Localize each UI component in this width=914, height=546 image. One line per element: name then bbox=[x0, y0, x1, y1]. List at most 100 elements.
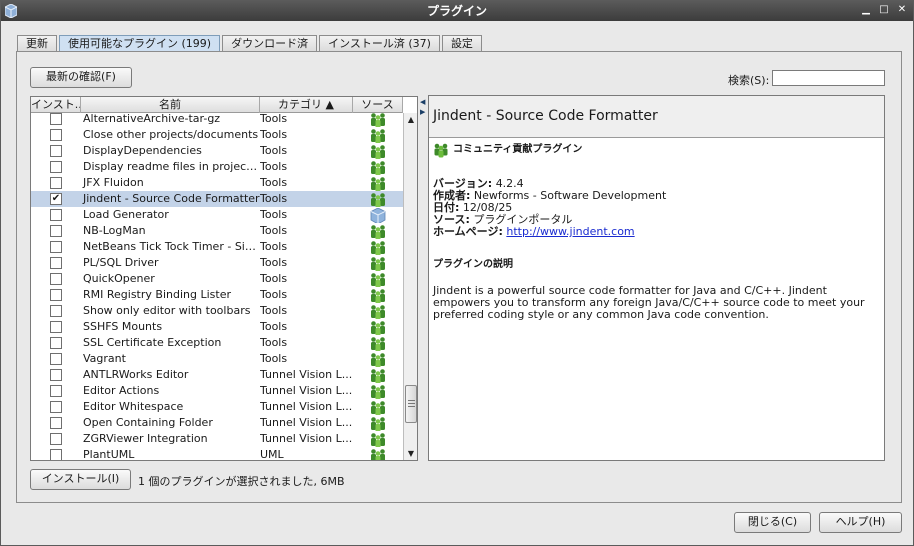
install-checkbox[interactable] bbox=[50, 241, 62, 253]
scroll-up-icon[interactable]: ▲ bbox=[404, 113, 417, 127]
plugin-name: Show only editor with toolbars bbox=[83, 304, 251, 317]
search-label: 検索(S): bbox=[728, 74, 770, 87]
table-row[interactable]: Vagrant Tools bbox=[31, 351, 403, 367]
table-row[interactable]: AlternativeArchive-tar-gz Tools bbox=[31, 113, 403, 127]
table-row[interactable]: PlantUML UML bbox=[31, 447, 403, 461]
plugin-name: PlantUML bbox=[83, 448, 135, 461]
install-checkbox[interactable]: ✔ bbox=[50, 193, 62, 205]
plugin-category: Tools bbox=[260, 240, 288, 253]
close-button[interactable]: 閉じる(C) bbox=[734, 512, 811, 533]
plugin-category: Tools bbox=[260, 256, 288, 269]
selection-status: 1 個のプラグインが選択されました, 6MB bbox=[138, 475, 345, 488]
search-input[interactable] bbox=[772, 70, 885, 86]
scrollbar-thumb[interactable] bbox=[405, 385, 417, 423]
table-row[interactable]: NB-LogMan Tools bbox=[31, 223, 403, 239]
plugin-category: Tunnel Vision L... bbox=[260, 432, 353, 445]
homepage-label: ホームページ: bbox=[433, 225, 503, 238]
plugin-table: インスト... 名前 カテゴリ ▲ ソース AlternativeArchive… bbox=[30, 96, 418, 461]
close-icon[interactable]: ✕ bbox=[895, 3, 909, 17]
column-header-category[interactable]: カテゴリ ▲ bbox=[260, 97, 353, 113]
table-row[interactable]: PL/SQL Driver Tools bbox=[31, 255, 403, 271]
plugin-category: Tunnel Vision L... bbox=[260, 384, 353, 397]
detail-title: Jindent - Source Code Formatter bbox=[429, 96, 884, 138]
split-pane-divider[interactable]: ◀ ▶ bbox=[419, 96, 427, 461]
table-row[interactable]: ZGRViewer Integration Tunnel Vision L... bbox=[31, 431, 403, 447]
plugin-name: Editor Actions bbox=[83, 384, 160, 397]
collapse-left-icon[interactable]: ◀ bbox=[420, 98, 425, 106]
table-row[interactable]: Show only editor with toolbars Tools bbox=[31, 303, 403, 319]
install-button[interactable]: インストール(I) bbox=[30, 469, 131, 490]
title-bar[interactable]: プラグイン ▁ □ ✕ bbox=[1, 1, 913, 21]
column-header-install[interactable]: インスト... bbox=[31, 97, 81, 113]
column-header-source[interactable]: ソース bbox=[353, 97, 403, 113]
plugin-name: Close other projects/documents bbox=[83, 128, 259, 141]
scroll-down-icon[interactable]: ▼ bbox=[404, 447, 417, 460]
install-checkbox[interactable] bbox=[50, 225, 62, 237]
plugin-category: Tools bbox=[260, 352, 288, 365]
table-row[interactable]: JFX Fluidon Tools bbox=[31, 175, 403, 191]
homepage-link[interactable]: http://www.jindent.com bbox=[506, 225, 634, 238]
community-source-icon bbox=[369, 160, 387, 175]
table-row[interactable]: ✔ Jindent - Source Code Formatter Tools bbox=[31, 191, 403, 207]
community-source-icon bbox=[369, 113, 387, 127]
table-body: AlternativeArchive-tar-gz Tools Close othe… bbox=[31, 113, 403, 461]
tab-settings[interactable]: 設定 bbox=[441, 35, 482, 52]
tab-strip: 更新 使用可能なプラグイン (199) ダウンロード済 インストール済 (37)… bbox=[17, 35, 484, 52]
install-checkbox[interactable] bbox=[50, 353, 62, 365]
table-row[interactable]: QuickOpener Tools bbox=[31, 271, 403, 287]
install-checkbox[interactable] bbox=[50, 145, 62, 157]
table-row[interactable]: Editor Whitespace Tunnel Vision L... bbox=[31, 399, 403, 415]
table-row[interactable]: ANTLRWorks Editor Tunnel Vision L... bbox=[31, 367, 403, 383]
install-checkbox[interactable] bbox=[50, 321, 62, 333]
column-header-name[interactable]: 名前 bbox=[81, 97, 260, 113]
table-row[interactable]: SSL Certificate Exception Tools bbox=[31, 335, 403, 351]
table-header: インスト... 名前 カテゴリ ▲ ソース bbox=[31, 97, 403, 113]
table-scrollbar[interactable]: ▲ ▼ bbox=[403, 113, 417, 460]
install-checkbox[interactable] bbox=[50, 177, 62, 189]
install-checkbox[interactable] bbox=[50, 401, 62, 413]
tab-updates[interactable]: 更新 bbox=[17, 35, 57, 52]
collapse-right-icon[interactable]: ▶ bbox=[420, 108, 425, 116]
minimize-icon[interactable]: ▁ bbox=[859, 3, 873, 17]
install-checkbox[interactable] bbox=[50, 385, 62, 397]
install-checkbox[interactable] bbox=[50, 433, 62, 445]
table-row[interactable]: Load Generator Tools bbox=[31, 207, 403, 223]
table-row[interactable]: RMI Registry Binding Lister Tools bbox=[31, 287, 403, 303]
install-checkbox[interactable] bbox=[50, 369, 62, 381]
plugin-category: Tools bbox=[260, 160, 288, 173]
tab-installed[interactable]: インストール済 (37) bbox=[319, 35, 440, 52]
install-checkbox[interactable] bbox=[50, 289, 62, 301]
community-source-icon bbox=[369, 288, 387, 303]
plugin-category: Tools bbox=[260, 144, 288, 157]
table-row[interactable]: Open Containing Folder Tunnel Vision L... bbox=[31, 415, 403, 431]
install-checkbox[interactable] bbox=[50, 209, 62, 221]
plugin-name: Load Generator bbox=[83, 208, 169, 221]
table-row[interactable]: NetBeans Tick Tock Timer - Sim... Tools bbox=[31, 239, 403, 255]
install-checkbox[interactable] bbox=[50, 161, 62, 173]
help-button[interactable]: ヘルプ(H) bbox=[819, 512, 902, 533]
install-checkbox[interactable] bbox=[50, 129, 62, 141]
table-row[interactable]: SSHFS Mounts Tools bbox=[31, 319, 403, 335]
install-checkbox[interactable] bbox=[50, 257, 62, 269]
tab-available-plugins[interactable]: 使用可能なプラグイン (199) bbox=[59, 35, 221, 52]
maximize-icon[interactable]: □ bbox=[877, 3, 891, 17]
install-checkbox[interactable] bbox=[50, 113, 62, 125]
install-checkbox[interactable] bbox=[50, 305, 62, 317]
check-newest-button[interactable]: 最新の確認(F) bbox=[30, 67, 132, 88]
table-row[interactable]: Editor Actions Tunnel Vision L... bbox=[31, 383, 403, 399]
tab-downloaded[interactable]: ダウンロード済 bbox=[222, 35, 318, 52]
plugin-category: Tunnel Vision L... bbox=[260, 416, 353, 429]
community-icon bbox=[434, 143, 448, 158]
table-row[interactable]: Display readme files in project vi... Too… bbox=[31, 159, 403, 175]
install-checkbox[interactable] bbox=[50, 449, 62, 460]
install-checkbox[interactable] bbox=[50, 273, 62, 285]
install-checkbox[interactable] bbox=[50, 337, 62, 349]
plugin-category: Tools bbox=[260, 224, 288, 237]
table-row[interactable]: Close other projects/documents Tools bbox=[31, 127, 403, 143]
install-checkbox[interactable] bbox=[50, 417, 62, 429]
community-source-icon bbox=[369, 416, 387, 431]
plugin-category: Tools bbox=[260, 128, 288, 141]
table-row[interactable]: DisplayDependencies Tools bbox=[31, 143, 403, 159]
plugin-category: Tools bbox=[260, 113, 288, 125]
plugin-name: Jindent - Source Code Formatter bbox=[83, 192, 260, 205]
